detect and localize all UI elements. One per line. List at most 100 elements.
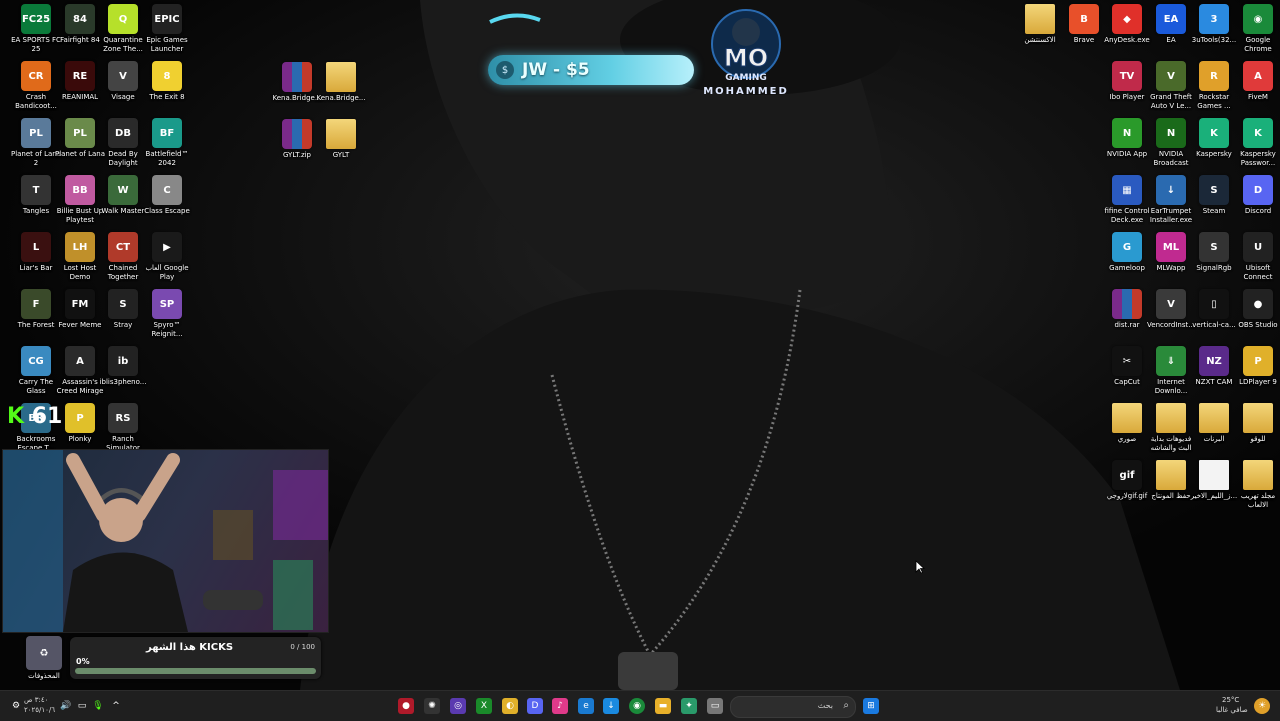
discord-icon[interactable]: D bbox=[527, 698, 543, 714]
app-icon: EA bbox=[1156, 4, 1186, 34]
desktop-icon-label: Battlefield™ 2042 bbox=[145, 150, 189, 167]
desktop-icon-epic-games-launcher[interactable]: EPIC Epic Games Launcher bbox=[141, 4, 193, 54]
desktop-icon-label: Class Escape bbox=[144, 207, 190, 215]
show-hidden-icons-chevron-icon[interactable]: ^ bbox=[108, 698, 124, 714]
streamer-logo: MO GAMING MOHAMMED bbox=[700, 4, 796, 100]
app-icon: ● bbox=[1243, 289, 1273, 319]
desktop-icon-google-chrome[interactable]: ◉ Google Chrome bbox=[1232, 4, 1280, 54]
clock-time[interactable]: ٣:٤٠ ص bbox=[24, 696, 48, 704]
desktop-icon-label: iblis3pheno... bbox=[99, 378, 147, 386]
app-icon: G bbox=[1112, 232, 1142, 262]
folder-icon bbox=[1243, 460, 1273, 490]
volume-icon[interactable]: 🔊 bbox=[58, 698, 74, 714]
app-icon: BF bbox=[152, 118, 182, 148]
desktop-icon-label: Kaspersky Passwor... bbox=[1240, 150, 1276, 167]
goal-title: هذا الشهر KICKS bbox=[146, 642, 234, 653]
logo-text-mohammed: MOHAMMED bbox=[703, 86, 789, 97]
desktop-file-1[interactable]: Kena.Bridge... bbox=[315, 62, 367, 103]
app-icon: F bbox=[21, 289, 51, 319]
desktop-icon-spyro-reignit[interactable]: SP Spyro™ Reignit... bbox=[141, 289, 193, 339]
folder-icon bbox=[326, 119, 356, 149]
app-icon: ✂ bbox=[1112, 346, 1142, 376]
desktop-icon-ranch-simulator[interactable]: RS Ranch Simulator bbox=[97, 403, 149, 453]
app-icon: P bbox=[1243, 346, 1273, 376]
app-grid-icon[interactable]: ✦ bbox=[681, 698, 697, 714]
kick-follower-badge: K 61 bbox=[7, 404, 62, 429]
logo-text-mo: MO bbox=[724, 44, 768, 72]
desktop-icon-iblis3pheno[interactable]: ib iblis3pheno... bbox=[97, 346, 149, 387]
app-icon: BB bbox=[65, 175, 95, 205]
desktop-icon-class-escape[interactable]: C Class Escape bbox=[141, 175, 193, 216]
desktop-icon-obs-studio[interactable]: ● OBS Studio bbox=[1232, 289, 1280, 330]
recycle-bin-label: المحذوفات bbox=[28, 672, 60, 680]
app-icon: A bbox=[1243, 61, 1273, 91]
app-icon: T bbox=[21, 175, 51, 205]
taskbar-search[interactable]: بحث ⌕ bbox=[730, 696, 856, 718]
desktop-icon-label: FiveM bbox=[1248, 93, 1268, 101]
desktop-icon-label: للوقو bbox=[1250, 435, 1266, 443]
desktop-icon-discord[interactable]: D Discord bbox=[1232, 175, 1280, 216]
app-icon: S bbox=[108, 289, 138, 319]
app-icon: N bbox=[1156, 118, 1186, 148]
xbox-icon[interactable]: X bbox=[476, 698, 492, 714]
desktop-icon-fivem[interactable]: A FiveM bbox=[1232, 61, 1280, 102]
app-icon: LH bbox=[65, 232, 95, 262]
app-icon: 3 bbox=[1199, 4, 1229, 34]
app-icon: K bbox=[1199, 118, 1229, 148]
goal-progress-bar bbox=[75, 668, 316, 674]
chat-app-icon[interactable]: ◎ bbox=[450, 698, 466, 714]
file-explorer-icon[interactable]: ▬ bbox=[655, 698, 671, 714]
notification-icon[interactable]: ⚙ bbox=[8, 698, 24, 714]
weather-temp: 25°C bbox=[1222, 696, 1240, 704]
desktop-icon-label: Epic Games Launcher bbox=[146, 36, 188, 53]
document-icon bbox=[1199, 460, 1229, 490]
app-icon: R bbox=[1199, 61, 1229, 91]
desktop-icon-battlefield-2042[interactable]: BF Battlefield™ 2042 bbox=[141, 118, 193, 168]
weather-desc: صافي غالبا bbox=[1216, 706, 1248, 714]
desktop-icon-ldplayer-9[interactable]: P LDPlayer 9 bbox=[1232, 346, 1280, 387]
app-icon: S bbox=[1199, 232, 1229, 262]
desktop-icon-the-exit-8[interactable]: 8 The Exit 8 bbox=[141, 61, 193, 102]
folder-icon bbox=[1025, 4, 1055, 34]
archive-icon bbox=[1112, 289, 1142, 319]
desktop-icon-google-play[interactable]: ▶ ألعاب Google Play bbox=[141, 232, 193, 282]
folder-icon bbox=[1199, 403, 1229, 433]
recycle-bin[interactable]: ♻ المحذوفات bbox=[18, 636, 70, 681]
desktop-icon-item-8-3[interactable]: مجلد تهريب الالعاب bbox=[1232, 460, 1280, 510]
desktop-file-3[interactable]: GYLT bbox=[315, 119, 367, 160]
chatgpt-icon[interactable]: ✺ bbox=[424, 698, 440, 714]
desktop-icon-ubisoft-connect[interactable]: U Ubisoft Connect bbox=[1232, 232, 1280, 282]
edge-icon[interactable]: e bbox=[578, 698, 594, 714]
weather-icon[interactable]: ☀ bbox=[1254, 698, 1270, 714]
display-icon[interactable]: ▭ bbox=[74, 698, 90, 714]
kick-goal-widget: هذا الشهر KICKS 0 / 100 0% bbox=[70, 637, 321, 679]
webcam-overlay bbox=[2, 449, 329, 633]
app-icon: B bbox=[1069, 4, 1099, 34]
app-icon: ▯ bbox=[1199, 289, 1229, 319]
clock-date[interactable]: ٢٠٢٥/١٠/٦ bbox=[24, 706, 55, 714]
kick-icon: K bbox=[7, 404, 25, 429]
desktop-icon-label: ألعاب Google Play bbox=[145, 264, 189, 281]
desktop-icon-kaspersky-passwor[interactable]: K Kaspersky Passwor... bbox=[1232, 118, 1280, 168]
app-icon: ◆ bbox=[1112, 4, 1142, 34]
app-icon: RE bbox=[65, 61, 95, 91]
app-icon: ▦ bbox=[1112, 175, 1142, 205]
donation-text: JW - $5 bbox=[522, 60, 590, 80]
itunes-icon[interactable]: ♪ bbox=[552, 698, 568, 714]
app-icon: K bbox=[1243, 118, 1273, 148]
app-icon: D bbox=[1243, 175, 1273, 205]
app-icon[interactable]: ◐ bbox=[502, 698, 518, 714]
app-icon: TV bbox=[1112, 61, 1142, 91]
app-icon: ◉ bbox=[1243, 4, 1273, 34]
desktop-icon-item-7-3[interactable]: للوقو bbox=[1232, 403, 1280, 444]
chrome-icon[interactable]: ◉ bbox=[629, 698, 645, 714]
installer-icon[interactable]: ↓ bbox=[603, 698, 619, 714]
taskbar: 25°C صافي غالبا ☀ ٣:٤٠ ص ٢٠٢٥/١٠/٦ ⚙ 🔊 ▭… bbox=[0, 690, 1280, 721]
desktop-icon-label: GYLT bbox=[332, 151, 350, 159]
app-icon: U bbox=[1243, 232, 1273, 262]
rec-app-icon[interactable]: ● bbox=[398, 698, 414, 714]
app-icon: V bbox=[1156, 61, 1186, 91]
window-icon[interactable]: ▭ bbox=[707, 698, 723, 714]
microphone-icon[interactable]: 🎙 bbox=[90, 698, 106, 714]
windows-start-icon[interactable]: ⊞ bbox=[863, 698, 879, 714]
